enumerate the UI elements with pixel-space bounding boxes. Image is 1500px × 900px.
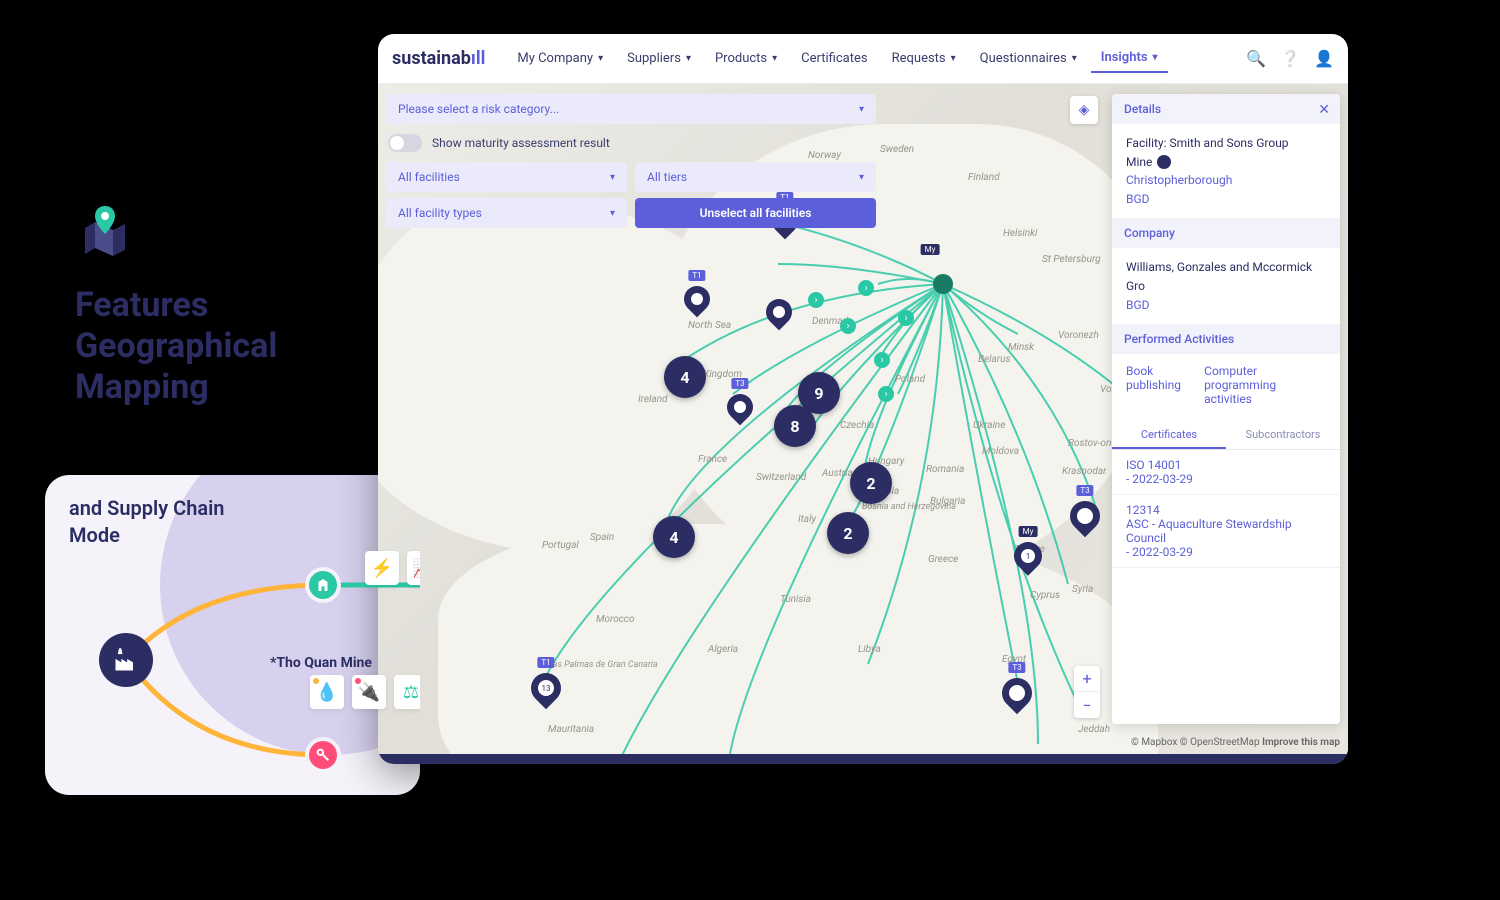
plug-icon: 🔌 xyxy=(352,675,386,709)
account-icon[interactable]: 👤 xyxy=(1314,49,1334,68)
facility-pin[interactable]: T1 xyxy=(684,286,710,312)
nav-products[interactable]: Products▾ xyxy=(705,45,787,72)
cluster-marker[interactable]: 4 xyxy=(664,356,706,398)
scm-node-icon xyxy=(305,737,341,773)
chevron-down-icon: ▾ xyxy=(859,104,864,115)
search-icon[interactable]: 🔍 xyxy=(1246,49,1266,68)
improve-map-link[interactable]: Improve this map xyxy=(1262,737,1340,748)
close-icon[interactable]: ✕ xyxy=(1318,102,1330,118)
promo-title: Features Geographical Mapping xyxy=(75,285,277,407)
chevron-down-icon: ▾ xyxy=(772,53,777,64)
top-nav: sustainabıll My Company▾ Suppliers▾ Prod… xyxy=(378,34,1348,84)
filter-panel: Please select a risk category...▾ Show m… xyxy=(386,94,876,228)
scm-title: and Supply Chain Mode xyxy=(69,495,396,549)
chevron-down-icon: ▾ xyxy=(1153,52,1158,63)
facility-pin[interactable]: T3 xyxy=(1002,678,1032,708)
cluster-marker[interactable]: 2 xyxy=(827,512,869,554)
chevron-down-icon: ▾ xyxy=(686,53,691,64)
tiers-select[interactable]: All tiers▾ xyxy=(635,162,876,192)
activity-item[interactable]: Computer programming activities xyxy=(1204,364,1326,406)
layers-button[interactable]: ◈ xyxy=(1070,96,1098,124)
scm-node-icon xyxy=(305,567,341,603)
nav-certificates[interactable]: Certificates xyxy=(791,45,877,72)
facility-country: BGD xyxy=(1126,190,1326,209)
facility-pin[interactable]: T3 xyxy=(727,394,753,420)
map-attribution: © Mapbox © OpenStreetMap Improve this ma… xyxy=(1131,737,1340,748)
chevron-down-icon: ▾ xyxy=(951,53,956,64)
company-header: Company xyxy=(1112,218,1340,248)
brand-logo[interactable]: sustainabıll xyxy=(392,48,485,69)
chart-icon: 📈 xyxy=(407,551,420,585)
globe-icon[interactable] xyxy=(1157,155,1171,169)
scale-icon: ⚖ xyxy=(394,675,420,709)
chevron-down-icon: ▾ xyxy=(1072,53,1077,64)
nav-insights[interactable]: Insights▾ xyxy=(1091,44,1168,73)
nav-my-company[interactable]: My Company▾ xyxy=(507,45,613,72)
scm-mine-label: *Tho Quan Mine xyxy=(270,655,372,671)
layers-icon: ◈ xyxy=(1079,102,1090,118)
facility-pin[interactable]: T3 xyxy=(1070,501,1100,531)
cluster-marker[interactable]: 2 xyxy=(850,462,892,504)
factory-icon xyxy=(99,633,153,687)
zoom-control: + − xyxy=(1074,666,1100,718)
facilities-select[interactable]: All facilities▾ xyxy=(386,162,627,192)
cluster-marker[interactable]: 8 xyxy=(774,405,816,447)
tab-certificates[interactable]: Certificates xyxy=(1112,422,1226,449)
company-country: BGD xyxy=(1126,296,1326,315)
map-canvas[interactable]: Finland Sweden Norway Helsinki Oslo Berg… xyxy=(378,84,1348,754)
facility-pin[interactable] xyxy=(766,299,792,325)
toggle-label: Show maturity assessment result xyxy=(432,136,610,150)
wind-icon: ⚡ xyxy=(365,551,399,585)
details-panel: ✕ Details Facility: Smith and Sons Group… xyxy=(1112,94,1340,724)
nav-suppliers[interactable]: Suppliers▾ xyxy=(617,45,701,72)
supply-chain-mode-card: and Supply Chain Mode ⚡ 📈 *Tho Quan Mine… xyxy=(45,475,420,795)
nav-questionnaires[interactable]: Questionnaires▾ xyxy=(970,45,1087,72)
company-name: Williams, Gonzales and Mccormick Gro xyxy=(1126,258,1326,295)
certificate-item[interactable]: 12314 ASC - Aquaculture Stewardship Coun… xyxy=(1112,495,1340,568)
droplet-icon: 💧 xyxy=(310,675,344,709)
facility-name: Facility: Smith and Sons Group xyxy=(1126,134,1326,153)
cluster-marker[interactable]: 4 xyxy=(653,516,695,558)
nav-requests[interactable]: Requests▾ xyxy=(882,45,966,72)
risk-category-select[interactable]: Please select a risk category...▾ xyxy=(386,94,876,124)
app-window: sustainabıll My Company▾ Suppliers▾ Prod… xyxy=(378,34,1348,764)
activity-item[interactable]: Book publishing xyxy=(1126,364,1184,406)
help-icon[interactable]: ❔ xyxy=(1280,49,1300,68)
zoom-in-button[interactable]: + xyxy=(1074,666,1100,692)
details-header: Details xyxy=(1112,94,1340,124)
zoom-out-button[interactable]: − xyxy=(1074,692,1100,718)
facility-pin[interactable]: My1 xyxy=(1014,542,1042,570)
activities-header: Performed Activities xyxy=(1112,324,1340,354)
chevron-down-icon: ▾ xyxy=(598,53,603,64)
facility-city: Christopherborough xyxy=(1126,171,1326,190)
promo-map-pin-icon xyxy=(75,200,135,260)
tab-subcontractors[interactable]: Subcontractors xyxy=(1226,422,1340,449)
unselect-all-button[interactable]: Unselect all facilities xyxy=(635,198,876,228)
facility-pin[interactable]: T113 xyxy=(531,673,561,703)
bottom-bar xyxy=(378,754,1348,764)
facility-types-select[interactable]: All facility types▾ xyxy=(386,198,627,228)
certificate-item[interactable]: ISO 14001 - 2022-03-29 xyxy=(1112,450,1340,495)
maturity-toggle[interactable] xyxy=(388,134,422,152)
